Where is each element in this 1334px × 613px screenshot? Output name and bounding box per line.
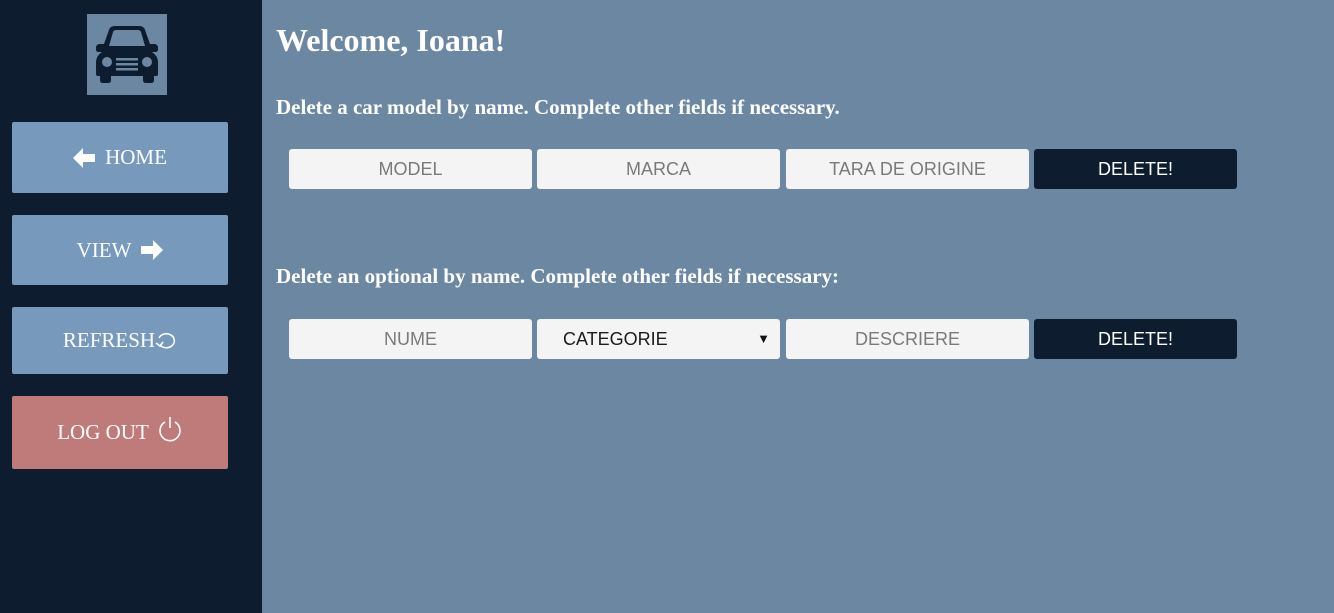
marca-input[interactable]: [537, 149, 780, 189]
logo: [87, 14, 167, 95]
delete-optional-button[interactable]: DELETE!: [1034, 319, 1237, 359]
main-content: Welcome, Ioana! Delete a car model by na…: [262, 0, 1334, 613]
arrow-left-icon: [73, 147, 96, 168]
caret-down-icon: ▼: [757, 331, 770, 346]
refresh-label: REFRESH: [62, 328, 156, 352]
arrow-right-icon: [141, 240, 164, 260]
delete-optional-title: Delete an optional by name. Complete oth…: [276, 264, 840, 288]
view-label: VIEW: [76, 237, 132, 262]
delete-model-button[interactable]: DELETE!: [1034, 149, 1237, 189]
power-icon: [157, 416, 183, 442]
categorie-select-value: CATEGORIE: [563, 329, 668, 349]
refresh-icon: [155, 331, 177, 351]
view-button[interactable]: VIEW: [12, 215, 228, 285]
home-label: HOME: [105, 145, 167, 169]
categorie-select[interactable]: CATEGORIE ▼: [537, 319, 780, 359]
car-icon: [96, 26, 158, 83]
nume-input[interactable]: [289, 319, 532, 359]
welcome-heading: Welcome, Ioana!: [276, 22, 506, 58]
model-input[interactable]: [289, 149, 532, 189]
logout-button[interactable]: LOG OUT: [12, 396, 228, 469]
delete-model-title: Delete a car model by name. Complete oth…: [276, 95, 840, 119]
refresh-button[interactable]: REFRESH: [12, 307, 228, 374]
tara-de-origine-input[interactable]: [786, 149, 1029, 189]
sidebar: HOME VIEW REFRESH LOG OUT: [0, 0, 262, 613]
logout-label: LOG OUT: [57, 420, 149, 444]
home-button[interactable]: HOME: [12, 122, 228, 193]
descriere-input[interactable]: [786, 319, 1029, 359]
